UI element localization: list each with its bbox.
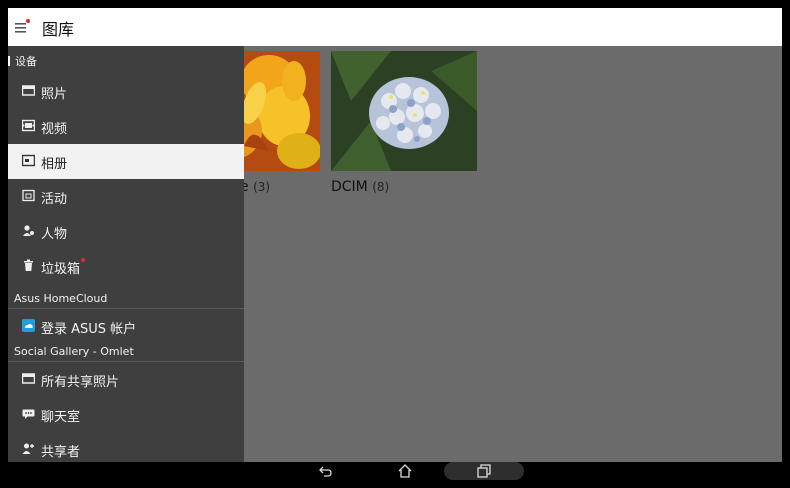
drawer-item-label: 聊天室	[41, 410, 81, 425]
drawer-item-people[interactable]: 人物	[8, 214, 244, 249]
home-icon[interactable]	[397, 463, 413, 479]
notification-dot	[81, 258, 86, 262]
album-label: DCIM (8)	[331, 179, 390, 195]
menu-icon[interactable]	[14, 17, 34, 37]
drawer-item-label: 垃圾箱	[41, 258, 86, 277]
chat-icon	[22, 407, 35, 420]
section-header-asus-homecloud: Asus HomeCloud	[14, 292, 108, 305]
drawer-item-asus-login[interactable]: 登录 ASUS 帐户	[8, 309, 244, 344]
back-icon[interactable]	[318, 463, 334, 479]
cloud-icon	[22, 319, 35, 332]
event-icon	[22, 189, 35, 202]
drawer-item-trash[interactable]: 垃圾箱	[8, 249, 244, 284]
shared-photos-icon	[21, 372, 36, 385]
drawer-item-label: 所有共享照片	[41, 375, 120, 390]
page-title: 图库	[42, 20, 75, 39]
drawer-item-videos[interactable]: 视频	[8, 109, 244, 144]
drawer-item-label: 活动	[41, 192, 68, 207]
drawer-item-all-shared-photos[interactable]: 所有共享照片	[8, 362, 244, 397]
drawer-item-label: 登录 ASUS 帐户	[41, 322, 137, 337]
section-header-social-gallery: Social Gallery - Omlet	[14, 345, 134, 358]
drawer-item-events[interactable]: 活动	[8, 179, 244, 214]
film-icon	[21, 119, 36, 132]
album-tile-dcim[interactable]: DCIM (8)	[331, 51, 477, 195]
drawer-item-label: 照片	[41, 87, 68, 102]
drawer-item-label: 共享者	[41, 445, 81, 460]
sharer-icon	[22, 442, 35, 455]
drawer-item-label: 视频	[41, 122, 68, 137]
app-bar: 图库	[8, 8, 782, 47]
drawer-item-label: 人物	[41, 227, 68, 242]
system-navigation-bar	[8, 462, 782, 480]
drawer-item-albums[interactable]: 相册	[8, 144, 244, 179]
drawer-item-photos[interactable]: 照片	[8, 74, 244, 109]
album-thumbnail	[331, 51, 477, 171]
navigation-drawer: 设备 照片 视频 相册 活动 人物 垃圾箱 Asus HomeCloud 登录 …	[8, 46, 244, 462]
album-icon	[21, 154, 36, 167]
drawer-item-label: 相册	[41, 157, 68, 172]
people-icon	[22, 224, 35, 237]
trash-icon	[22, 259, 35, 272]
drawer-item-chatroom[interactable]: 聊天室	[8, 397, 244, 432]
gallery-screen: 图库 e (3) DCIM (8) 设备 照片 视频 相册 活动 人物 垃圾箱 …	[8, 8, 782, 480]
recents-icon[interactable]	[476, 463, 492, 479]
album-label: e (3)	[240, 179, 271, 195]
photo-icon	[21, 84, 36, 97]
section-header-device: 设备	[8, 53, 244, 70]
